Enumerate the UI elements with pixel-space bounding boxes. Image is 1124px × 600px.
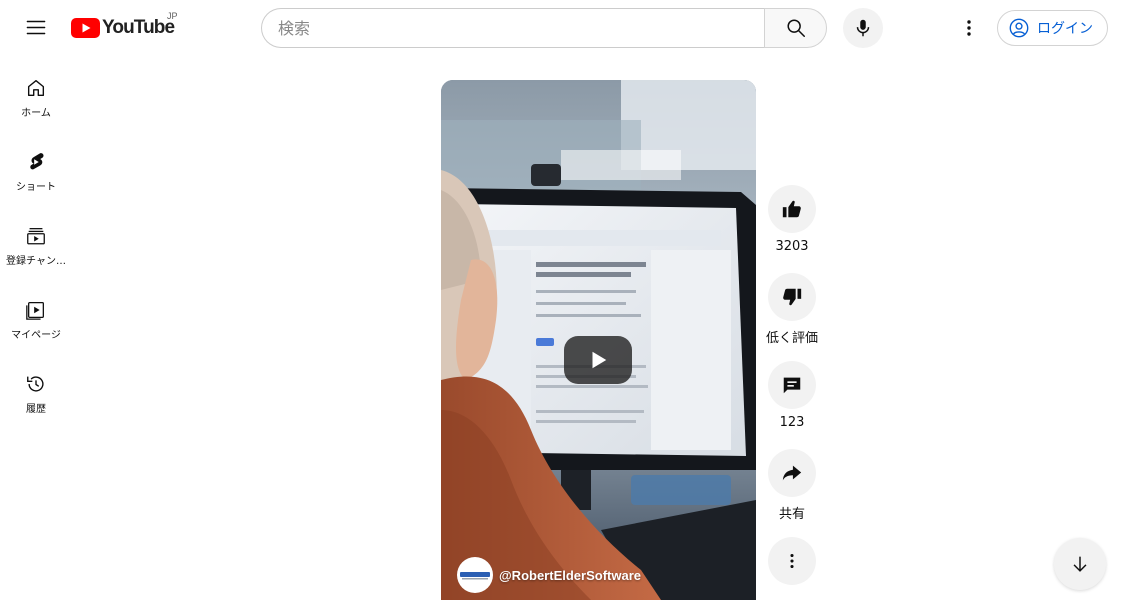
voice-search-button[interactable] (843, 8, 883, 48)
account-circle-icon (1009, 18, 1029, 38)
like-button[interactable] (768, 185, 816, 233)
dislike-label: 低く評価 (766, 331, 819, 346)
login-button[interactable]: ログイン (997, 10, 1108, 46)
sidebar-item-history[interactable]: 履歴 (0, 352, 72, 426)
channel-info[interactable]: @RobertElderSoftware (457, 557, 641, 593)
comments-button[interactable] (768, 361, 816, 409)
comment-count: 123 (779, 415, 805, 430)
channel-logo-icon (459, 569, 491, 581)
sidebar-item-label: マイページ (11, 330, 61, 341)
sidebar-item-subscriptions[interactable]: 登録チャン… (0, 204, 72, 278)
arrow-down-icon (1073, 556, 1087, 572)
channel-handle[interactable]: @RobertElderSoftware (499, 568, 641, 583)
library-icon (26, 302, 44, 320)
dislike-action: 低く評価 (766, 273, 819, 346)
share-action: 共有 (768, 449, 816, 522)
sidebar-item-label: ショート (16, 182, 56, 193)
thumbs-down-icon (783, 288, 802, 306)
settings-menu-button[interactable] (949, 8, 989, 48)
thumbs-up-icon (782, 200, 801, 218)
share-label: 共有 (778, 507, 805, 522)
microphone-icon (856, 19, 870, 37)
search-box (261, 8, 764, 48)
hamburger-menu-icon (26, 20, 46, 35)
sidebar-item-library[interactable]: マイページ (0, 278, 72, 352)
play-icon (592, 351, 607, 369)
country-code: JP (167, 11, 178, 21)
more-vertical-icon (790, 553, 794, 569)
shorts-video-player[interactable]: @RobertElderSoftware (441, 80, 756, 600)
youtube-logo[interactable]: YouTube (71, 14, 175, 42)
more-action (768, 537, 816, 585)
shorts-icon (30, 153, 44, 170)
next-video-button[interactable] (1054, 538, 1106, 590)
sidebar-item-shorts[interactable]: ショート (0, 130, 72, 204)
history-icon (27, 376, 44, 392)
play-button[interactable] (564, 336, 632, 384)
like-count: 3203 (775, 239, 809, 254)
top-header: YouTube JP ログイン (0, 0, 1124, 56)
channel-avatar[interactable] (457, 557, 493, 593)
logo-wordmark: YouTube (102, 17, 175, 38)
more-options-button[interactable] (768, 537, 816, 585)
guide-menu-button[interactable] (16, 8, 56, 48)
login-label: ログイン (1037, 21, 1093, 37)
home-icon (27, 79, 45, 97)
share-button[interactable] (768, 449, 816, 497)
sidebar-item-label: 登録チャン… (6, 256, 66, 267)
sidebar-item-label: 履歴 (26, 404, 46, 415)
search-icon (786, 19, 805, 37)
comments-action: 123 (768, 361, 816, 430)
comment-icon (783, 377, 801, 394)
search-button[interactable] (764, 8, 827, 48)
dislike-button[interactable] (768, 273, 816, 321)
share-arrow-icon (782, 465, 802, 481)
subscriptions-icon (27, 228, 45, 245)
youtube-logo-icon (71, 18, 100, 38)
sidebar-item-home[interactable]: ホーム (0, 56, 72, 130)
search-input[interactable] (278, 18, 764, 38)
more-vertical-icon (967, 20, 971, 36)
like-action: 3203 (768, 185, 816, 254)
sidebar-item-label: ホーム (21, 108, 51, 119)
